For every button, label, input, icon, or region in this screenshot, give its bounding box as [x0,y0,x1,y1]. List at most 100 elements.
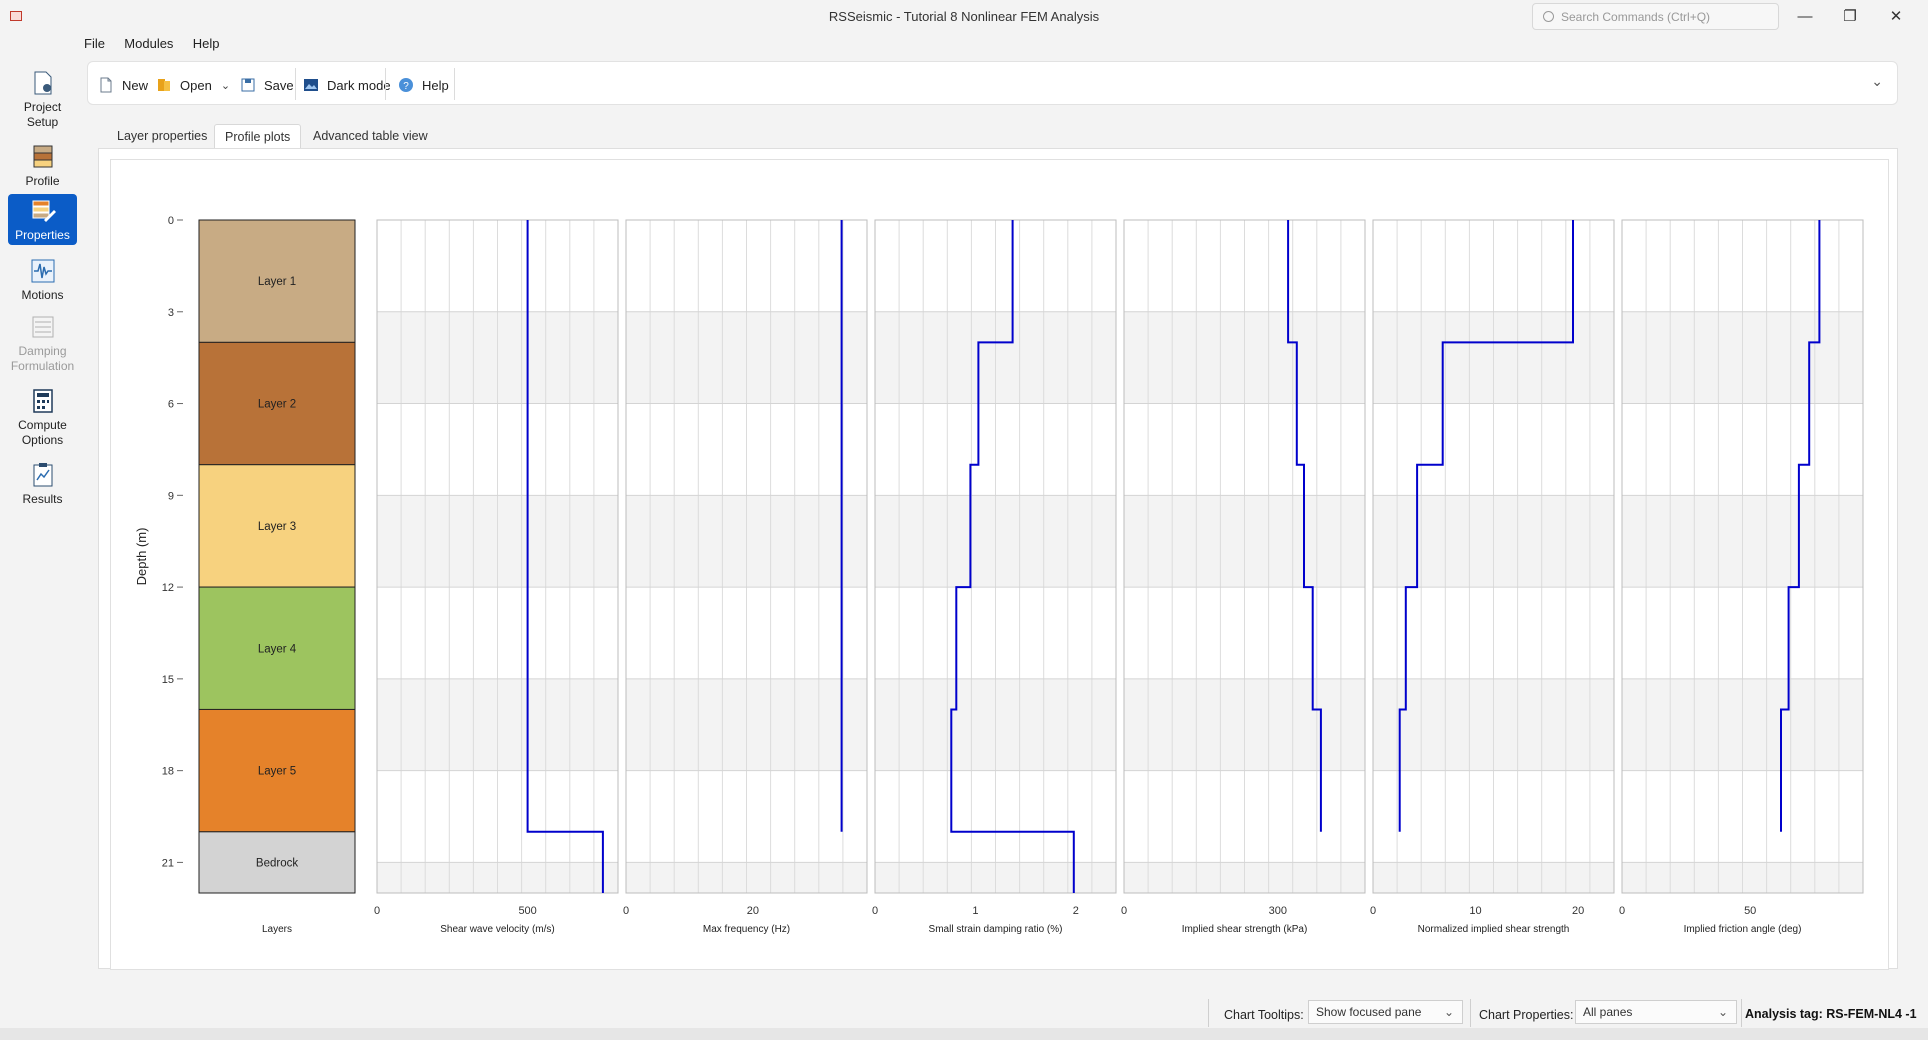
chevron-down-icon[interactable]: ⌄ [221,79,230,92]
help-button[interactable]: ? Help [398,74,449,96]
search-commands-box[interactable]: Search Commands (Ctrl+Q) [1532,3,1779,30]
tab-advanced-table-view[interactable]: Advanced table view [303,124,438,148]
nav-properties[interactable]: Properties [8,194,77,245]
nav-label: Setup [26,115,59,129]
y-tick-label: 9 [168,490,174,502]
x-axis-label: Small strain damping ratio (%) [929,924,1063,935]
x-axis-label: Implied shear strength (kPa) [1182,924,1308,935]
tab-layer-properties[interactable]: Layer properties [107,124,217,148]
x-tick-label: 20 [1572,905,1584,917]
tab-profile-plots[interactable]: Profile plots [214,124,302,148]
close-button[interactable]: ✕ [1876,5,1916,29]
x-tick-label: 0 [1619,905,1625,917]
x-tick-label: 0 [1370,905,1376,917]
chevron-down-icon: ⌄ [1443,1005,1454,1019]
x-tick-label: 0 [1121,905,1127,917]
y-tick-label: 18 [162,766,174,778]
layer-label: Layer 3 [258,521,296,533]
x-axis-label: Shear wave velocity (m/s) [440,924,554,935]
y-tick-label: 12 [162,582,174,594]
nav-project-setup[interactable]: Project Setup [8,66,77,132]
nav-label: Profile [25,174,60,188]
save-button[interactable]: Save [240,74,294,96]
new-button[interactable]: New [98,74,148,96]
new-file-icon [100,77,112,93]
open-folder-icon [158,79,170,91]
menu-modules[interactable]: Modules [124,36,173,51]
open-label: Open [180,77,212,93]
search-placeholder: Search Commands (Ctrl+Q) [1561,10,1711,24]
dark-mode-icon [304,79,318,91]
motions-icon [31,259,54,283]
x-axis-label: Normalized implied shear strength [1418,924,1570,935]
nav-label: Motions [21,288,64,302]
open-button[interactable]: Open ⌄ [156,74,230,96]
new-label: New [122,77,149,93]
maximize-button[interactable]: ❐ [1830,5,1870,29]
toolbar-separator [385,68,386,100]
nav-results[interactable]: Results [8,458,77,510]
nav-label: Results [22,492,63,506]
nav-compute-options[interactable]: Compute Options [8,384,77,450]
profile-chart: Depth (m)036912151821Layer 1Layer 2Layer… [134,215,1864,935]
toolbar: New Open ⌄ Save Dark mode ? Help ⌄ [87,61,1898,105]
chart-properties-value: All panes [1583,1005,1633,1019]
chart-tooltips-label: Chart Tooltips: [1224,1008,1304,1022]
toolbar-collapse-chevron-icon[interactable]: ⌄ [1871,73,1883,90]
chart-properties-label: Chart Properties: [1479,1008,1574,1022]
project-setup-icon [34,71,51,95]
damping-icon [32,316,53,338]
nav-label: Compute [18,418,67,432]
status-separator [1741,999,1742,1027]
save-label: Save [264,77,294,93]
layer-label: Bedrock [256,857,298,869]
toolbar-separator [295,68,296,100]
x-tick-label: 0 [374,905,380,917]
y-tick-label: 21 [162,857,174,869]
nav-motions[interactable]: Motions [8,254,77,302]
minimize-button[interactable]: — [1785,5,1825,29]
dark-mode-label: Dark mode [327,77,391,93]
status-separator [1208,999,1209,1027]
x-tick-label: 500 [518,905,536,917]
layer-label: Layer 2 [258,399,296,411]
layers-x-label: Layers [262,924,292,935]
nav-label: Project [23,100,62,114]
y-axis-label: Depth (m) [134,528,149,586]
status-separator [1470,999,1471,1027]
x-tick-label: 10 [1469,905,1481,917]
dark-mode-button[interactable]: Dark mode [303,74,391,96]
svg-text:?: ? [403,81,409,92]
x-tick-label: 300 [1269,905,1287,917]
chevron-down-icon: ⌄ [1717,1005,1728,1019]
nav-label: Options [21,433,64,447]
toolbar-separator [454,68,455,100]
help-icon: ? [399,78,413,92]
nav-label: Properties [15,228,70,242]
calculator-icon [32,389,53,413]
nav-profile[interactable]: Profile [8,140,77,188]
menu-help[interactable]: Help [193,36,220,51]
menu-file[interactable]: File [84,36,105,51]
x-tick-label: 0 [623,905,629,917]
chart-tooltips-value: Show focused pane [1316,1005,1422,1019]
nav-label: Formulation [10,359,75,373]
chart-tooltips-select[interactable]: Show focused pane ⌄ [1308,1000,1463,1024]
results-icon [33,463,52,487]
x-tick-label: 50 [1744,905,1756,917]
x-tick-label: 1 [972,905,978,917]
nav-damping-formulation[interactable]: Damping Formulation [8,310,77,376]
y-tick-label: 6 [168,399,174,411]
bottom-strip [0,1028,1928,1040]
nav-label: Damping [18,344,67,358]
layer-label: Layer 4 [258,643,297,655]
y-tick-label: 15 [162,674,174,686]
layer-label: Layer 5 [258,766,296,778]
x-tick-label: 0 [872,905,878,917]
properties-icon [32,200,56,222]
profile-plots-area[interactable]: Depth (m) 0 3 6 9 12 15 18 21 Layer 1 Layer 2 Layer… [110,159,1889,970]
chart-properties-select[interactable]: All panes ⌄ [1575,1000,1737,1024]
help-label: Help [422,77,449,93]
x-tick-label: 2 [1073,905,1079,917]
search-icon [1543,11,1554,22]
